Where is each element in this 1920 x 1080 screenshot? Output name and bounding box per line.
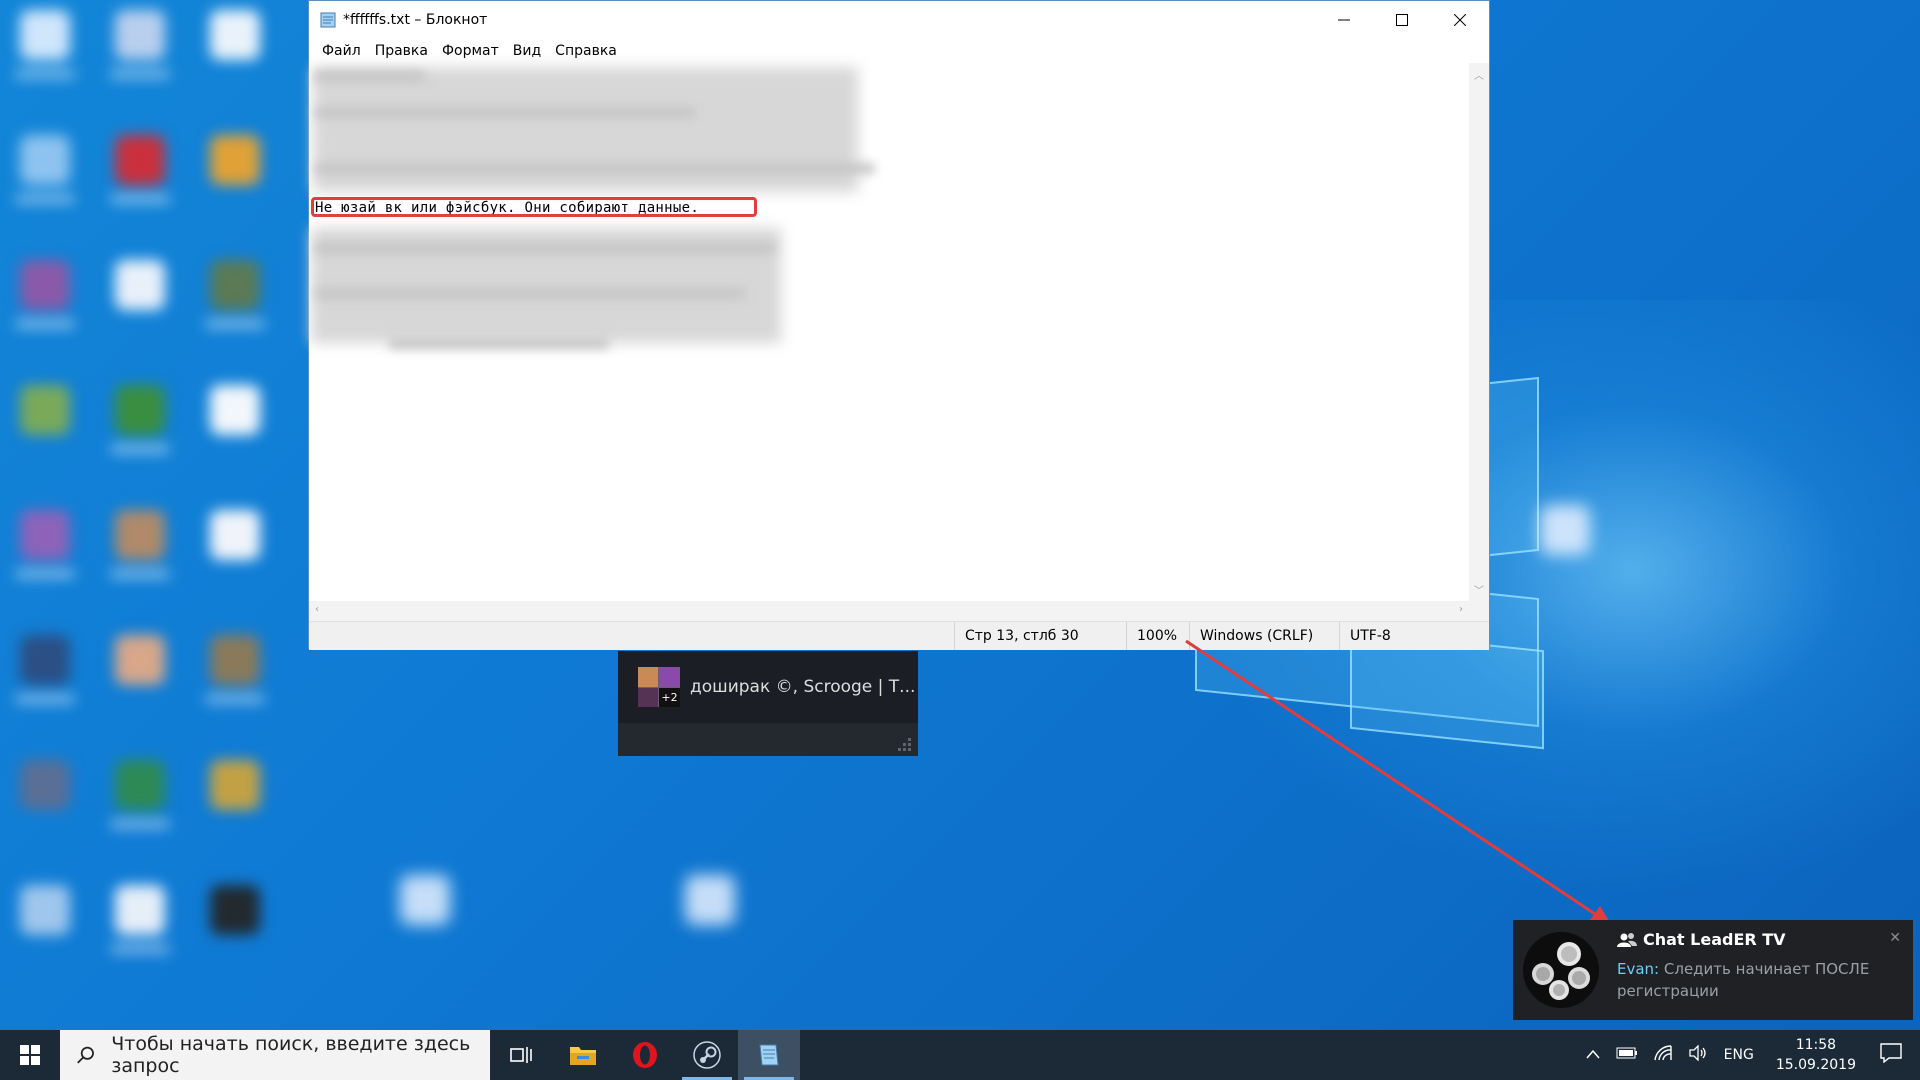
task-view-icon <box>510 1047 532 1063</box>
task-view-button[interactable] <box>490 1030 552 1080</box>
volume-icon[interactable] <box>1688 1044 1708 1065</box>
steam-button[interactable] <box>676 1030 738 1080</box>
wifi-icon[interactable] <box>1653 1045 1672 1065</box>
group-avatar <box>1523 932 1599 1008</box>
taskbar: Чтобы начать поиск, введите здесь запрос <box>0 1030 1920 1080</box>
search-box[interactable]: Чтобы начать поиск, введите здесь запрос <box>60 1030 490 1080</box>
file-explorer-icon <box>570 1047 596 1065</box>
system-tray: ENG 11:58 15.09.2019 <box>1578 1030 1920 1080</box>
steam-icon <box>693 1041 721 1069</box>
search-placeholder: Чтобы начать поиск, введите здесь запрос <box>111 1033 471 1077</box>
opera-button[interactable] <box>614 1030 676 1080</box>
chat-notification-toast[interactable]: Chat LeadER TV Evan: Следить начинает ПО… <box>1513 920 1913 1020</box>
windows-start-icon <box>20 1045 40 1065</box>
file-explorer-button[interactable] <box>552 1030 614 1080</box>
toast-sender: Evan: <box>1617 960 1660 978</box>
input-language[interactable]: ENG <box>1724 1047 1754 1063</box>
toast-message: Evan: Следить начинает ПОСЛЕ регистрации <box>1617 958 1887 1002</box>
clock-time: 11:58 <box>1795 1037 1837 1053</box>
search-icon <box>77 1046 94 1064</box>
toast-title: Chat LeadER TV <box>1643 930 1786 949</box>
clock[interactable]: 11:58 15.09.2019 <box>1776 1035 1856 1075</box>
notepad-taskbar-icon <box>759 1044 779 1066</box>
friends-icon <box>1617 932 1637 947</box>
close-icon[interactable]: ✕ <box>1889 930 1901 946</box>
opera-icon <box>633 1042 657 1068</box>
notepad-taskbar-button[interactable] <box>738 1030 800 1080</box>
clock-date: 15.09.2019 <box>1775 1057 1856 1073</box>
chevron-up-icon[interactable] <box>1586 1047 1600 1063</box>
battery-icon[interactable] <box>1616 1047 1638 1063</box>
red-annotation-arrow <box>1185 639 1612 926</box>
notification-center-icon[interactable] <box>1880 1043 1902 1067</box>
start-button[interactable] <box>0 1030 60 1080</box>
